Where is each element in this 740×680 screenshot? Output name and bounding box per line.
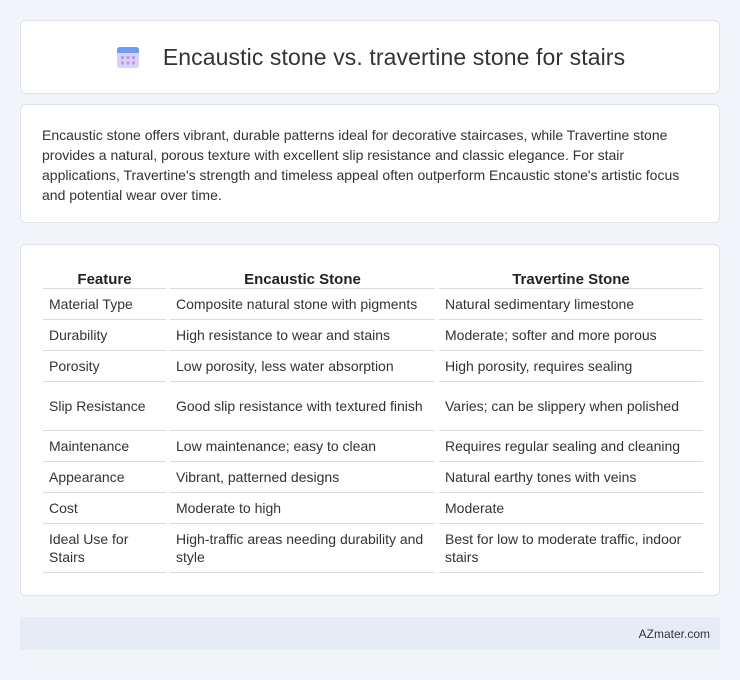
feature-cell: Maintenance <box>43 431 166 462</box>
feature-cell: Slip Resistance <box>43 382 166 431</box>
feature-cell: Cost <box>43 493 166 524</box>
encaustic-cell: Composite natural stone with pigments <box>170 289 435 320</box>
feature-cell: Appearance <box>43 462 166 493</box>
travertine-cell: Best for low to moderate traffic, indoor… <box>439 524 703 573</box>
table-row: Slip Resistance Good slip resistance wit… <box>43 382 703 431</box>
comparison-table: Feature Encaustic Stone Travertine Stone… <box>39 267 707 573</box>
header-feature: Feature <box>43 267 166 289</box>
footer: AZmater.com <box>20 617 720 650</box>
comparison-table-card: Feature Encaustic Stone Travertine Stone… <box>20 244 720 596</box>
feature-cell: Material Type <box>43 289 166 320</box>
table-row: Maintenance Low maintenance; easy to cle… <box>43 431 703 462</box>
encaustic-cell: Low porosity, less water absorption <box>170 351 435 382</box>
header-encaustic-stone: Encaustic Stone <box>170 267 435 289</box>
travertine-cell: Requires regular sealing and cleaning <box>439 431 703 462</box>
travertine-cell: Natural earthy tones with veins <box>439 462 703 493</box>
feature-cell: Porosity <box>43 351 166 382</box>
table-row: Material Type Composite natural stone wi… <box>43 289 703 320</box>
table-row: Porosity Low porosity, less water absorp… <box>43 351 703 382</box>
table-row: Appearance Vibrant, patterned designs Na… <box>43 462 703 493</box>
feature-cell: Ideal Use for Stairs <box>43 524 166 573</box>
calendar-icon <box>115 44 141 70</box>
header-travertine-stone: Travertine Stone <box>439 267 703 289</box>
travertine-cell: Moderate <box>439 493 703 524</box>
footer-site-name: AZmater.com <box>638 626 710 641</box>
table-row: Cost Moderate to high Moderate <box>43 493 703 524</box>
table-row: Ideal Use for Stairs High-traffic areas … <box>43 524 703 573</box>
encaustic-cell: Vibrant, patterned designs <box>170 462 435 493</box>
travertine-cell: Natural sedimentary limestone <box>439 289 703 320</box>
title-card: Encaustic stone vs. travertine stone for… <box>20 20 720 94</box>
travertine-cell: Varies; can be slippery when polished <box>439 382 703 431</box>
travertine-cell: High porosity, requires sealing <box>439 351 703 382</box>
encaustic-cell: Low maintenance; easy to clean <box>170 431 435 462</box>
page-title: Encaustic stone vs. travertine stone for… <box>162 43 626 70</box>
encaustic-cell: Good slip resistance with textured finis… <box>170 382 435 431</box>
encaustic-cell: Moderate to high <box>170 493 435 524</box>
travertine-cell: Moderate; softer and more porous <box>439 320 703 351</box>
table-row: Durability High resistance to wear and s… <box>43 320 703 351</box>
table-header-row: Feature Encaustic Stone Travertine Stone <box>43 267 703 289</box>
summary-text: Encaustic stone offers vibrant, durable … <box>42 127 680 203</box>
feature-cell: Durability <box>43 320 166 351</box>
encaustic-cell: High-traffic areas needing durability an… <box>170 524 435 573</box>
encaustic-cell: High resistance to wear and stains <box>170 320 435 351</box>
summary-card: Encaustic stone offers vibrant, durable … <box>20 104 720 223</box>
